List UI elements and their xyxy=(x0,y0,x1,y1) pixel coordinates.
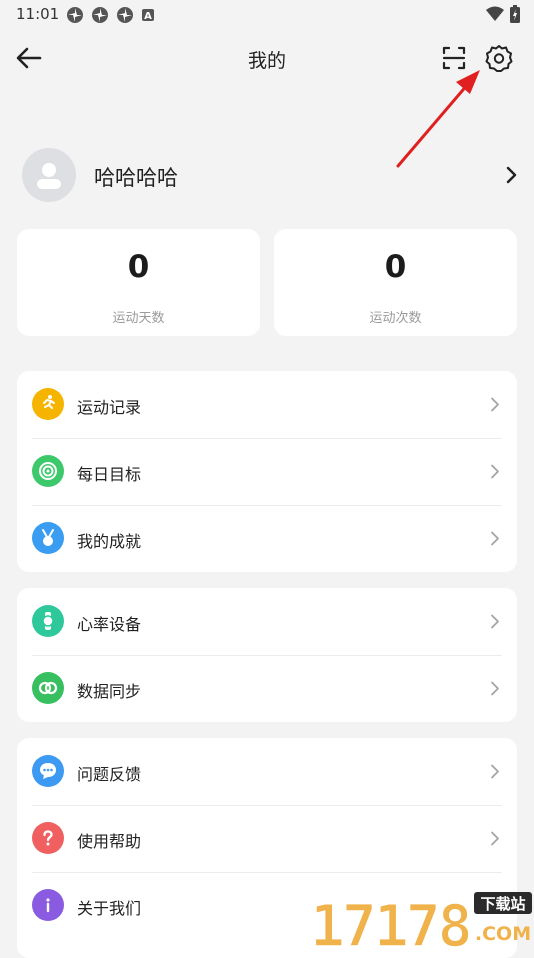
target-icon xyxy=(32,455,64,487)
user-icon xyxy=(37,163,61,189)
medal-icon xyxy=(32,522,64,554)
menu-item-sport-records[interactable]: 运动记录 xyxy=(17,371,517,438)
wifi-icon xyxy=(486,6,504,21)
menu-item-achievements[interactable]: 我的成就 xyxy=(17,505,517,572)
menu-label: 运动记录 xyxy=(77,398,142,417)
menu-item-daily-goal[interactable]: 每日目标 xyxy=(17,438,517,505)
menu-group-devices: 心率设备 数据同步 xyxy=(17,588,517,722)
chevron-right-icon xyxy=(491,614,499,629)
watch-icon xyxy=(32,605,64,637)
pinwheel-icon xyxy=(117,7,133,23)
stat-value: 0 xyxy=(384,249,407,285)
notification-icons: A xyxy=(66,6,155,24)
stat-label: 运动次数 xyxy=(369,311,422,326)
status-right-icons xyxy=(486,5,520,23)
chevron-right-icon xyxy=(491,397,499,412)
status-time: 11:01 xyxy=(16,5,60,23)
pinwheel-icon xyxy=(92,7,108,23)
menu-label: 关于我们 xyxy=(77,899,142,918)
chevron-right-icon xyxy=(491,681,499,696)
chevron-right-icon xyxy=(491,764,499,779)
stat-value: 0 xyxy=(127,249,150,285)
profile-row[interactable]: 哈哈哈哈 xyxy=(22,148,518,204)
menu-label: 使用帮助 xyxy=(77,832,142,851)
gear-icon xyxy=(485,45,513,72)
scan-icon xyxy=(442,46,466,70)
menu-item-data-sync[interactable]: 数据同步 xyxy=(17,655,517,722)
menu-label: 问题反馈 xyxy=(77,765,142,784)
chevron-right-icon xyxy=(506,166,517,184)
app-bar: 我的 xyxy=(0,34,534,82)
chevron-right-icon xyxy=(491,898,499,913)
question-icon xyxy=(32,822,64,854)
pinwheel-icon xyxy=(67,7,83,23)
stat-label: 运动天数 xyxy=(112,311,165,326)
running-icon xyxy=(32,388,64,420)
scan-button[interactable] xyxy=(440,44,468,72)
chevron-right-icon xyxy=(491,531,499,546)
menu-item-heart-rate-device[interactable]: 心率设备 xyxy=(17,588,517,655)
menu-label: 心率设备 xyxy=(77,615,142,634)
menu-label: 数据同步 xyxy=(77,682,142,701)
settings-button[interactable] xyxy=(484,43,514,73)
sync-rings-icon xyxy=(32,672,64,704)
chat-icon xyxy=(32,755,64,787)
menu-label: 每日目标 xyxy=(77,465,142,484)
status-bar: 11:01 A xyxy=(0,0,534,30)
chevron-right-icon xyxy=(491,464,499,479)
menu-item-help[interactable]: 使用帮助 xyxy=(17,805,517,872)
battery-icon xyxy=(510,5,520,23)
avatar xyxy=(22,148,76,202)
menu-item-feedback[interactable]: 问题反馈 xyxy=(17,738,517,805)
stat-card-days[interactable]: 0 运动天数 xyxy=(17,229,260,336)
stat-card-count[interactable]: 0 运动次数 xyxy=(274,229,517,336)
info-icon xyxy=(32,889,64,921)
chevron-right-icon xyxy=(491,831,499,846)
a-badge-text: A xyxy=(144,11,152,22)
username: 哈哈哈哈 xyxy=(94,166,178,190)
menu-group-sports: 运动记录 每日目标 我的成就 xyxy=(17,371,517,572)
a-badge-icon: A xyxy=(142,9,154,22)
menu-item-about-us[interactable]: 关于我们 xyxy=(17,872,517,939)
menu-label: 我的成就 xyxy=(77,532,142,551)
menu-group-support: 问题反馈 使用帮助 关于我们 xyxy=(17,738,517,958)
